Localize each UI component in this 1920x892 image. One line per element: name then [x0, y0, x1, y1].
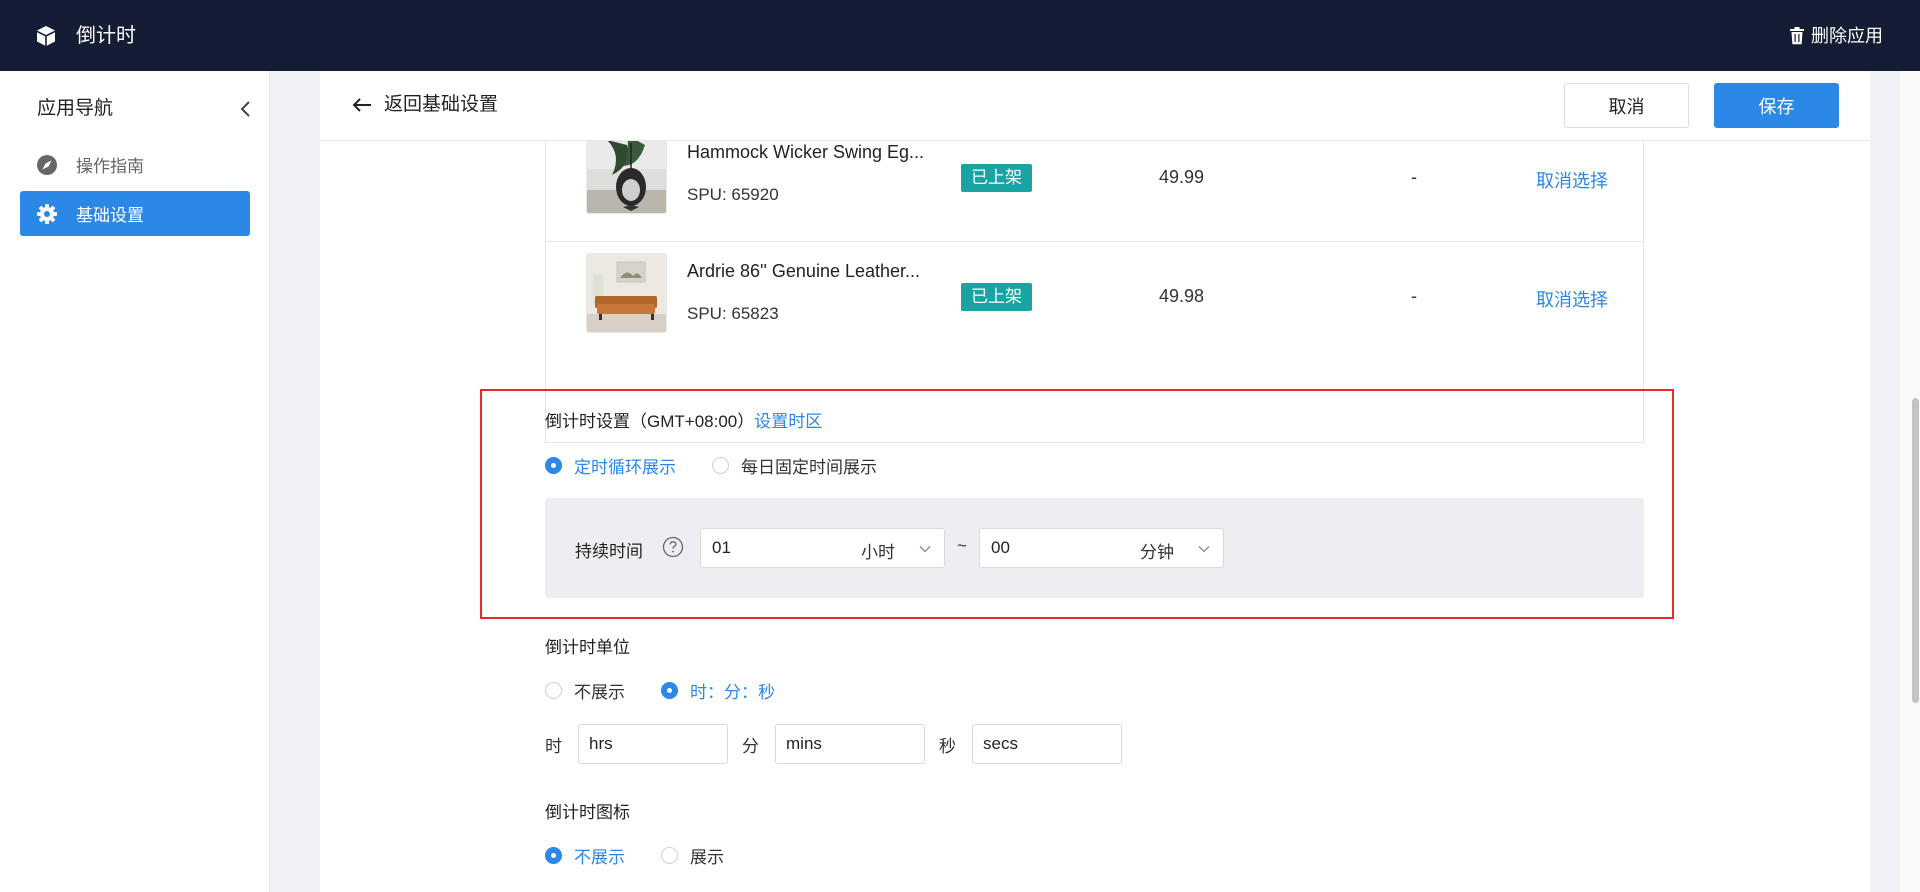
hours-text-input[interactable] — [578, 724, 728, 764]
radio-dot — [661, 682, 678, 699]
sidebar-item-label: 基础设置 — [76, 206, 144, 225]
unit-inputs-row: 时 分 秒 — [545, 724, 1136, 764]
hours-label: 时 — [545, 736, 562, 756]
save-button[interactable]: 保存 — [1714, 83, 1839, 128]
status-badge: 已上架 — [961, 164, 1032, 192]
compass-icon — [37, 154, 57, 175]
gear-icon — [37, 203, 57, 224]
radio-dot — [545, 682, 562, 699]
product-price: 49.98 — [1159, 286, 1205, 306]
back-button[interactable]: 返回基础设置 — [352, 93, 498, 117]
unit-radio-hide[interactable]: 不展示 — [545, 678, 625, 703]
product-name: Hammock Wicker Swing Eg... — [687, 142, 925, 162]
unselect-link[interactable]: 取消选择 — [1536, 286, 1608, 312]
product-spu: SPU: 65920 — [687, 185, 779, 204]
minutes-text-input[interactable] — [775, 724, 925, 764]
sidebar-item-guide[interactable]: 操作指南 — [20, 142, 250, 187]
radio-label: 时：分：秒 — [690, 683, 775, 702]
delete-app-label: 删除应用 — [1811, 26, 1883, 46]
radio-dot — [661, 847, 678, 864]
product-extra: - — [1411, 286, 1417, 306]
radio-label: 不展示 — [574, 848, 625, 867]
highlight-box — [480, 389, 1674, 619]
scrollbar-thumb[interactable] — [1912, 398, 1919, 703]
product-price: 49.99 — [1159, 167, 1205, 187]
countdown-unit-radio-group: 不展示 时：分：秒 — [545, 678, 811, 703]
sidebar: 应用导航 操作指南 基础设置 — [0, 71, 270, 892]
main-header: 返回基础设置 取消 保存 — [320, 71, 1870, 141]
app-title: 倒计时 — [76, 25, 136, 47]
arrow-left-icon — [352, 98, 371, 112]
status-badge: 已上架 — [961, 283, 1032, 311]
countdown-icon-radio-group: 不展示 展示 — [545, 843, 760, 868]
product-image — [586, 253, 667, 333]
product-name: Ardrie 86'' Genuine Leather... — [687, 261, 921, 281]
trash-icon — [1790, 27, 1804, 45]
sidebar-item-settings[interactable]: 基础设置 — [20, 191, 250, 236]
unselect-link[interactable]: 取消选择 — [1536, 167, 1608, 193]
product-image — [586, 134, 667, 214]
sidebar-title: 应用导航 — [37, 98, 114, 119]
radio-label: 展示 — [690, 848, 724, 867]
table-row: Ardrie 86'' Genuine Leather... SPU: 6582… — [546, 243, 1643, 361]
top-bar: 倒计时 删除应用 — [0, 0, 1920, 71]
icon-radio-show[interactable]: 展示 — [661, 843, 724, 868]
sidebar-item-label: 操作指南 — [76, 157, 144, 176]
cancel-button[interactable]: 取消 — [1564, 83, 1689, 128]
product-extra: - — [1411, 167, 1417, 187]
unit-radio-hms[interactable]: 时：分：秒 — [661, 678, 775, 703]
radio-dot — [545, 847, 562, 864]
table-row: Hammock Wicker Swing Eg... SPU: 65920 已上… — [546, 124, 1643, 242]
countdown-icon-title: 倒计时图标 — [545, 803, 630, 822]
product-spu: SPU: 65823 — [687, 304, 779, 323]
countdown-unit-title: 倒计时单位 — [545, 638, 630, 657]
delete-app-button[interactable]: 删除应用 — [1789, 24, 1883, 48]
back-label: 返回基础设置 — [384, 94, 499, 115]
radio-label: 不展示 — [574, 683, 625, 702]
cube-icon — [37, 26, 55, 46]
seconds-text-input[interactable] — [972, 724, 1122, 764]
seconds-label: 秒 — [939, 736, 956, 756]
chevron-left-icon[interactable] — [236, 97, 256, 121]
icon-radio-hide[interactable]: 不展示 — [545, 843, 625, 868]
main-panel: Hammock Wicker Swing Eg... SPU: 65920 已上… — [320, 71, 1870, 892]
minutes-label: 分 — [742, 736, 759, 756]
